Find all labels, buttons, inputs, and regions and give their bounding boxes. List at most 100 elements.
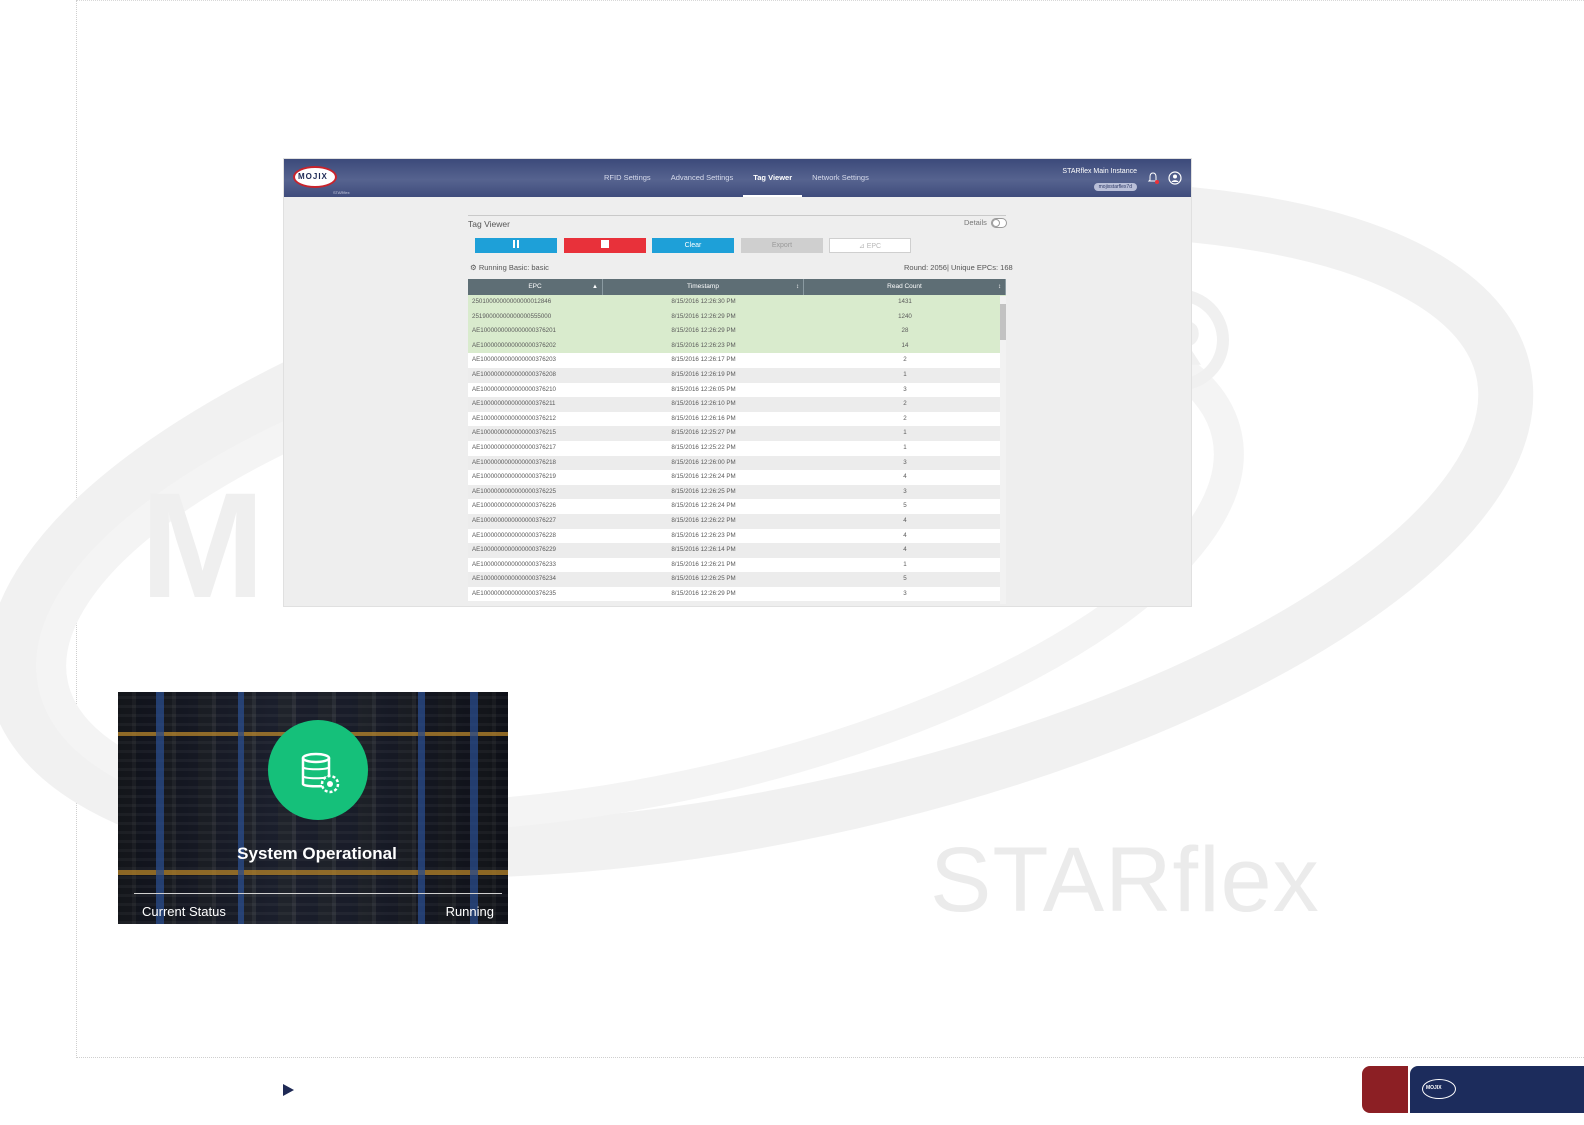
epc-cell: AE1000000000000000376212 [472,414,556,422]
footer-red-block [1362,1066,1408,1113]
timestamp-cell: 8/15/2016 12:26:17 PM [671,356,736,364]
details-toggle[interactable] [991,218,1007,228]
current-status-value: Running [445,904,494,919]
pause-icon [513,240,519,249]
sort-icon: ↕ [796,284,799,290]
table-row[interactable]: AE1000000000000000376212 8/15/2016 12:26:… [468,411,1006,427]
epc-filter-button[interactable]: ⊿ EPC [829,238,911,253]
read-count-cell: 4 [903,516,907,524]
starflex-watermark: STARflex [930,829,1320,931]
timestamp-cell: 8/15/2016 12:26:21 PM [671,560,736,568]
round-info: Round: 2056| Unique EPCs: 168 [904,263,1013,272]
table-row[interactable]: AE1000000000000000376218 8/15/2016 12:26:… [468,455,1006,471]
epc-cell: AE1000000000000000376202 [472,341,556,349]
status-circle [268,720,368,820]
timestamp-cell: 8/15/2016 12:26:25 PM [671,575,736,583]
table-row[interactable]: AE1000000000000000376233 8/15/2016 12:26:… [468,557,1006,573]
table-row[interactable]: AE1000000000000000376228 8/15/2016 12:26:… [468,528,1006,544]
export-button[interactable]: Export [741,238,823,253]
table-scrollbar[interactable] [1000,296,1006,604]
database-gear-icon [301,752,340,794]
epc-cell: AE1000000000000000376235 [472,589,556,597]
table-row[interactable]: AE1000000000000000376201 8/15/2016 12:26:… [468,324,1006,339]
divider [134,893,502,894]
timestamp-cell: 8/15/2016 12:26:05 PM [671,385,736,393]
read-count-cell: 5 [903,575,907,583]
timestamp-cell: 8/15/2016 12:26:23 PM [671,531,736,539]
read-count-cell: 2 [903,400,907,408]
table-row[interactable]: 25190000000000000555000 8/15/2016 12:26:2… [468,309,1006,325]
table-row[interactable]: AE1000000000000000376215 8/15/2016 12:25:… [468,426,1006,441]
table-row[interactable]: AE1000000000000000376202 8/15/2016 12:26:… [468,338,1006,354]
table-row[interactable]: AE1000000000000000376211 8/15/2016 12:26:… [468,397,1006,412]
table-row[interactable]: AE1000000000000000376235 8/15/2016 12:26:… [468,586,1006,602]
system-status-card: System Operational Current Status Runnin… [118,692,508,924]
table-row[interactable]: AE1000000000000000376227 8/15/2016 12:26:… [468,513,1006,529]
column-epc[interactable]: EPC ▲ [468,279,603,295]
table-row[interactable]: AE1000000000000000376234 8/15/2016 12:26:… [468,572,1006,587]
table-row[interactable]: AE1000000000000000376203 8/15/2016 12:26:… [468,353,1006,368]
run-status: ⚙ Running Basic: basic [470,263,549,272]
mojix-mini-logo: MOJIX [1422,1079,1456,1099]
tag-table: EPC ▲ Timestamp ↕ Read Count ↕ 250100000000… [468,279,1006,602]
table-row[interactable]: AE1000000000000000376226 8/15/2016 12:26:… [468,499,1006,514]
epc-cell: AE1000000000000000376229 [472,546,556,554]
pause-button[interactable] [475,238,557,253]
play-icon[interactable] [283,1084,294,1096]
instance-badge: mojixstarflex7d [1093,183,1137,191]
read-count-cell: 2 [903,414,907,422]
timestamp-cell: 8/15/2016 12:26:16 PM [671,414,736,422]
timestamp-cell: 8/15/2016 12:26:25 PM [671,487,736,495]
table-row[interactable]: AE1000000000000000376217 8/15/2016 12:25:… [468,440,1006,456]
column-read-count[interactable]: Read Count ↕ [804,279,1006,295]
filter-icon: ⊿ [858,243,865,250]
read-count-cell: 1431 [898,298,912,305]
stop-button[interactable] [564,238,646,253]
timestamp-cell: 8/15/2016 12:26:24 PM [671,473,736,481]
epc-cell: AE1000000000000000376227 [472,516,556,524]
nav-advanced-settings[interactable]: Advanced Settings [661,159,744,197]
gear-icon: ⚙ [470,263,477,272]
details-label: Details [964,218,987,227]
epc-cell: 25010000000000000012846 [472,298,552,305]
user-icon[interactable] [1168,171,1182,185]
table-row[interactable]: AE1000000000000000376210 8/15/2016 12:26:… [468,382,1006,398]
nav-tag-viewer[interactable]: Tag Viewer [743,159,803,197]
epc-cell: AE1000000000000000376210 [472,385,556,393]
clear-button[interactable]: Clear [652,238,734,253]
table-row[interactable]: AE1000000000000000376225 8/15/2016 12:26:… [468,484,1006,500]
table-header: EPC ▲ Timestamp ↕ Read Count ↕ [468,279,1006,295]
table-row[interactable]: AE1000000000000000376229 8/15/2016 12:26:… [468,543,1006,558]
column-timestamp[interactable]: Timestamp ↕ [603,279,804,295]
table-row[interactable]: AE1000000000000000376219 8/15/2016 12:26:… [468,470,1006,485]
instance-selector[interactable]: STARflex Main Instance mojixstarflex7d [1062,168,1137,193]
timestamp-cell: 8/15/2016 12:26:23 PM [671,341,736,349]
read-count-cell: 5 [903,502,907,510]
epc-cell: AE1000000000000000376211 [472,400,556,408]
status-title: System Operational [237,844,397,863]
epc-cell: AE1000000000000000376208 [472,370,556,378]
nav-network-settings[interactable]: Network Settings [802,159,879,197]
epc-cell: AE1000000000000000376225 [472,487,556,495]
timestamp-cell: 8/15/2016 12:25:27 PM [671,429,736,437]
run-status-text: Running Basic: basic [478,263,549,272]
page-title: Tag Viewer [468,215,1006,229]
read-count-cell: 1 [903,443,907,451]
table-row[interactable]: 25010000000000000012846 8/15/2016 12:26:3… [468,295,1006,310]
read-count-cell: 3 [903,589,907,597]
timestamp-cell: 8/15/2016 12:26:29 PM [671,589,736,597]
table-row[interactable]: AE1000000000000000376208 8/15/2016 12:26:… [468,367,1006,383]
timestamp-cell: 8/15/2016 12:26:29 PM [671,327,736,335]
instance-name: STARflex Main Instance [1062,168,1137,175]
epc-cell: AE1000000000000000376215 [472,429,556,437]
scrollbar-thumb[interactable] [1000,304,1006,340]
timestamp-cell: 8/15/2016 12:26:29 PM [671,312,736,320]
bell-icon[interactable] [1146,171,1160,185]
app-topbar: MOJIX STARflex RFID Settings Advanced Se… [284,159,1191,197]
nav-rfid-settings[interactable]: RFID Settings [594,159,661,197]
read-count-cell: 1240 [898,312,912,320]
epc-cell: AE1000000000000000376233 [472,560,556,568]
sort-asc-icon: ▲ [592,284,598,290]
read-count-cell: 3 [903,458,907,466]
current-status-label: Current Status [142,904,226,919]
